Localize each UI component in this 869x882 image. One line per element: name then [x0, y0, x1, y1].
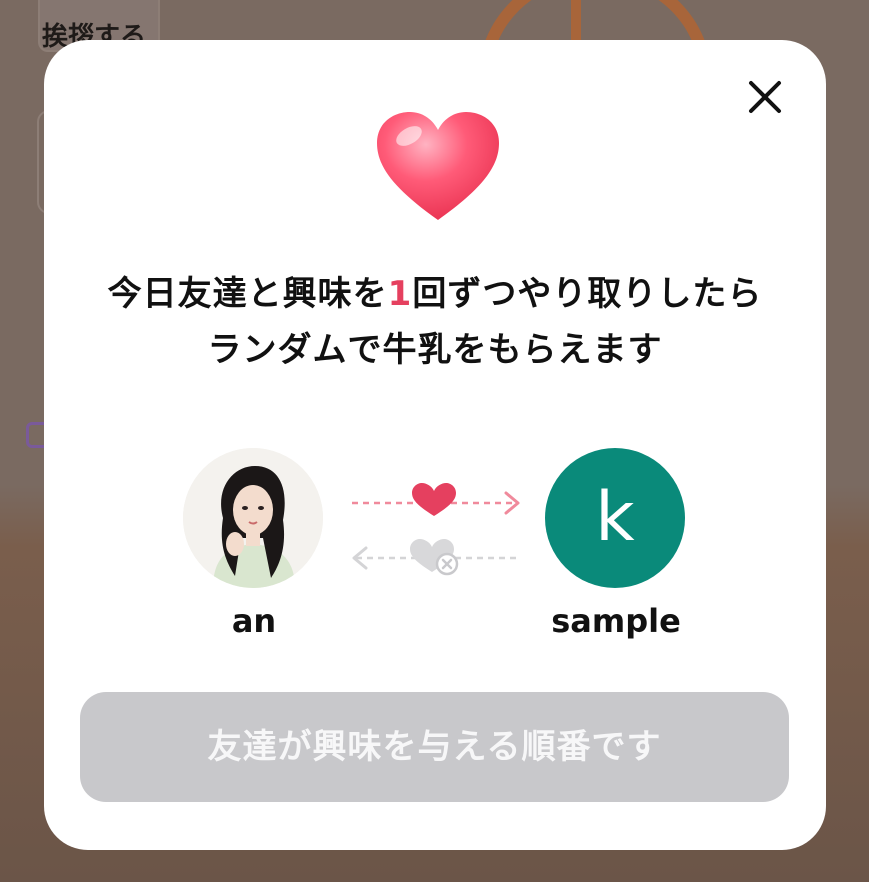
headline-count: 1 — [387, 274, 413, 314]
turn-status-button[interactable]: 友達が興味を与える順番です — [80, 692, 789, 802]
avatar: k — [545, 448, 685, 588]
heart-icon — [373, 108, 503, 228]
avatar-initial: k — [595, 478, 635, 557]
interest-exchange-modal: 今日友達と興味を1回ずつやり取りしたら ランダムで牛乳をもらえます k an s… — [44, 40, 826, 850]
headline-part2: 回ずつやり取りしたら — [412, 274, 763, 314]
close-icon[interactable] — [746, 78, 784, 116]
user-name-right: sample — [551, 602, 681, 640]
avatar — [183, 448, 323, 588]
headline-part1: 今日友達と興味を — [107, 274, 388, 314]
headline-line2: ランダムで牛乳をもらえます — [207, 330, 663, 370]
exchange-arrows — [346, 478, 526, 578]
user-name-left: an — [231, 602, 277, 640]
headline: 今日友達と興味を1回ずつやり取りしたら ランダムで牛乳をもらえます — [44, 266, 826, 378]
